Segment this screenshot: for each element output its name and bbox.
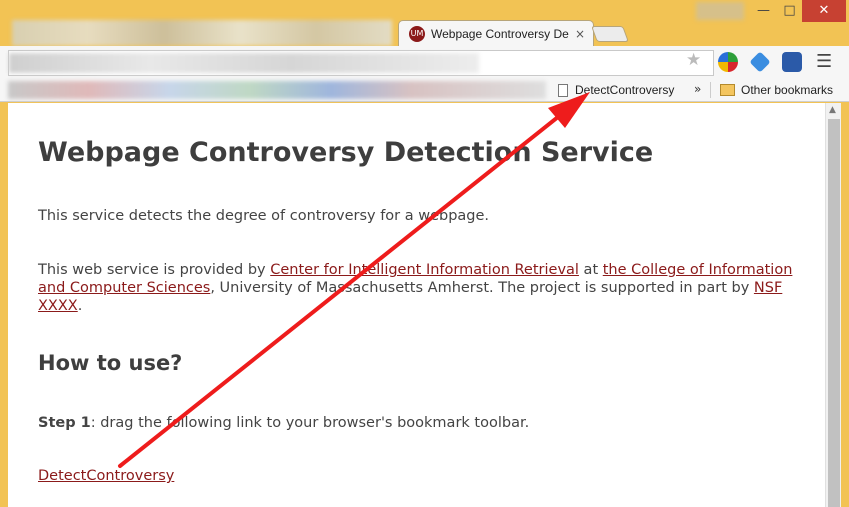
extension-icon[interactable] <box>782 52 802 72</box>
other-bookmarks-label: Other bookmarks <box>741 83 834 97</box>
folder-icon <box>720 84 735 96</box>
browser-window: UM Webpage Controversy De × — □ ✕ ★ ☰ De… <box>0 0 849 507</box>
tab-strip: UM Webpage Controversy De × — □ ✕ <box>0 0 849 46</box>
blurred-bookmarks <box>8 81 546 99</box>
close-window-button[interactable]: ✕ <box>802 0 846 22</box>
umass-favicon-icon: UM <box>409 25 425 42</box>
provided-text: . <box>77 298 83 314</box>
bookmarks-bar: DetectControversy » Other bookmarks <box>0 78 849 102</box>
how-to-use-heading: How to use? <box>38 351 183 375</box>
menu-icon[interactable]: ☰ <box>816 51 832 72</box>
bookmarklet-row: DetectControversy <box>38 467 174 485</box>
ciir-link[interactable]: Center for Intelligent Information Retri… <box>270 262 579 278</box>
tab-title: Webpage Controversy De <box>431 26 569 41</box>
tab-close-icon[interactable]: × <box>575 27 585 41</box>
scroll-thumb[interactable] <box>828 119 840 507</box>
bookmarks-divider <box>710 82 711 98</box>
blurred-user <box>696 2 744 20</box>
provided-text: This web service is provided by <box>38 262 271 278</box>
page-viewport: Webpage Controversy Detection Service Th… <box>8 103 841 507</box>
bookmark-label: DetectControversy <box>575 83 675 97</box>
extension-icon[interactable] <box>718 52 738 72</box>
page-title: Webpage Controversy Detection Service <box>38 137 654 168</box>
scroll-up-arrow-icon[interactable]: ▲ <box>829 105 836 115</box>
minimize-button[interactable]: — <box>750 0 777 22</box>
step-1-instruction: : drag the following link to your browse… <box>90 415 530 431</box>
bookmarks-overflow-icon[interactable]: » <box>694 82 701 96</box>
scrollbar[interactable]: ▲ <box>825 103 841 507</box>
step-1-text: Step 1: drag the following link to your … <box>38 414 529 432</box>
tab-controversy[interactable]: UM Webpage Controversy De × <box>398 20 594 46</box>
browser-toolbar: ★ ☰ <box>0 46 849 78</box>
intro-text: This service detects the degree of contr… <box>38 208 490 224</box>
address-bar[interactable] <box>8 50 714 76</box>
other-bookmarks[interactable]: Other bookmarks <box>720 81 833 99</box>
provided-text: , University of Massachusetts Amherst. T… <box>210 280 754 296</box>
provided-by-paragraph: This web service is provided by Center f… <box>38 261 813 315</box>
new-tab-button[interactable] <box>591 26 629 42</box>
extension-icon[interactable] <box>749 51 771 73</box>
page-icon <box>558 83 568 97</box>
provided-text: at <box>578 262 603 278</box>
bookmark-detectcontroversy[interactable]: DetectControversy <box>558 81 674 99</box>
step-1-label: Step 1 <box>38 415 91 431</box>
detectcontroversy-bookmarklet-link[interactable]: DetectControversy <box>38 468 174 484</box>
blurred-tabs <box>12 20 392 46</box>
bookmark-star-icon[interactable]: ★ <box>686 50 701 70</box>
maximize-button[interactable]: □ <box>777 0 802 22</box>
blurred-url <box>9 53 479 73</box>
